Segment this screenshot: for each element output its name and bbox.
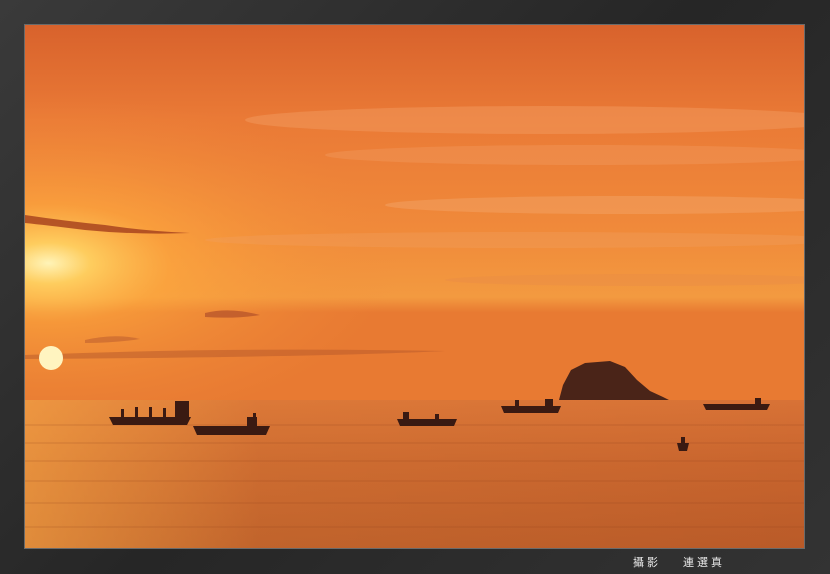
photo-credit-label: 攝影 [633, 556, 661, 569]
sunset-scene [25, 25, 804, 548]
photo-frame: 攝影 連選真 [0, 0, 830, 574]
sun [39, 346, 63, 370]
sun-glow [25, 25, 804, 403]
sunset-photo [24, 24, 805, 549]
photographer-name: 連選真 [683, 556, 725, 569]
